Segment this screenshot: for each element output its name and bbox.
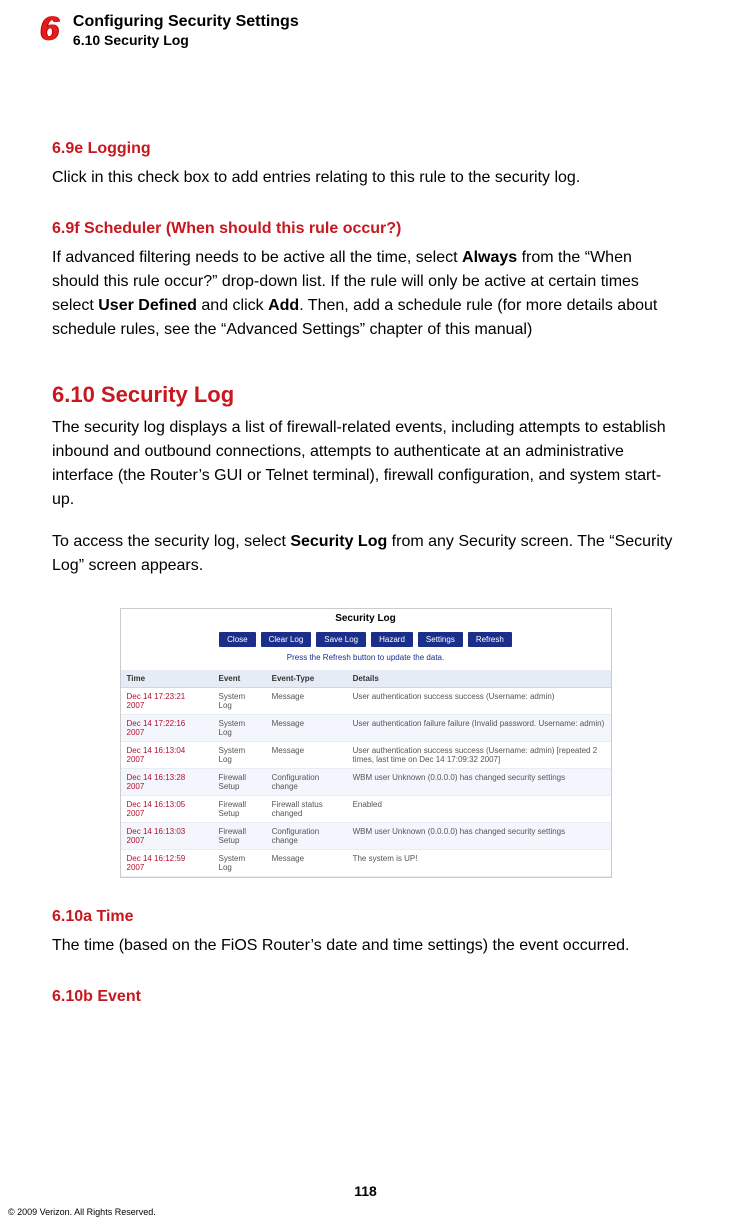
section-heading-610b: 6.10b Event	[52, 988, 679, 1006]
fig-button-row: Close Clear Log Save Log Hazard Settings…	[121, 628, 611, 651]
fig-col-details: Details	[347, 670, 611, 688]
cell-event: System Log	[213, 687, 266, 714]
cell-event-type: Firewall status changed	[266, 795, 347, 822]
cell-details: User authentication failure failure (Inv…	[347, 714, 611, 741]
security-log-screenshot: Security Log Close Clear Log Save Log Ha…	[120, 608, 612, 878]
cell-event-type: Message	[266, 687, 347, 714]
cell-time: Dec 14 17:22:16 2007	[121, 714, 213, 741]
fig-savelog-button[interactable]: Save Log	[316, 632, 366, 647]
cell-time: Dec 14 16:13:03 2007	[121, 822, 213, 849]
fig-title: Security Log	[121, 609, 611, 628]
cell-details: User authentication success success (Use…	[347, 687, 611, 714]
section-heading-69e: 6.9e Logging	[52, 140, 679, 158]
cell-time: Dec 14 16:13:04 2007	[121, 741, 213, 768]
fig-col-event: Event	[213, 670, 266, 688]
chapter-subsection: 6.10 Security Log	[73, 32, 299, 50]
fig-settings-button[interactable]: Settings	[418, 632, 463, 647]
fig-hazard-button[interactable]: Hazard	[371, 632, 413, 647]
fig-col-time: Time	[121, 670, 213, 688]
chapter-number-glyph: 6	[40, 12, 59, 46]
fig-close-button[interactable]: Close	[219, 632, 255, 647]
fig-clearlog-button[interactable]: Clear Log	[261, 632, 312, 647]
fig-col-event-type: Event-Type	[266, 670, 347, 688]
table-row: Dec 14 16:12:59 2007System LogMessageThe…	[121, 849, 611, 876]
table-row: Dec 14 16:13:04 2007System LogMessageUse…	[121, 741, 611, 768]
section-text-69f: If advanced filtering needs to be active…	[52, 246, 679, 342]
section-heading-610a: 6.10a Time	[52, 908, 679, 926]
table-row: Dec 14 16:13:05 2007Firewall SetupFirewa…	[121, 795, 611, 822]
cell-time: Dec 14 17:23:21 2007	[121, 687, 213, 714]
page-number: 118	[0, 1183, 731, 1199]
chapter-header: 6 Configuring Security Settings 6.10 Sec…	[40, 12, 691, 50]
copyright: © 2009 Verizon. All Rights Reserved.	[8, 1207, 156, 1217]
cell-event-type: Message	[266, 741, 347, 768]
fig-table: Time Event Event-Type Details Dec 14 17:…	[121, 670, 611, 877]
cell-event-type: Configuration change	[266, 768, 347, 795]
table-row: Dec 14 16:13:28 2007Firewall SetupConfig…	[121, 768, 611, 795]
section-text-610a-body: The time (based on the FiOS Router’s dat…	[52, 934, 679, 958]
fig-hint: Press the Refresh button to update the d…	[121, 651, 611, 670]
cell-event: System Log	[213, 849, 266, 876]
cell-event: Firewall Setup	[213, 795, 266, 822]
cell-details: WBM user Unknown (0.0.0.0) has changed s…	[347, 822, 611, 849]
table-row: Dec 14 17:22:16 2007System LogMessageUse…	[121, 714, 611, 741]
section-text-610b: To access the security log, select Secur…	[52, 530, 679, 578]
cell-details: User authentication success success (Use…	[347, 741, 611, 768]
section-text-69e: Click in this check box to add entries r…	[52, 166, 679, 190]
table-row: Dec 14 16:13:03 2007Firewall SetupConfig…	[121, 822, 611, 849]
cell-event-type: Message	[266, 849, 347, 876]
cell-event: System Log	[213, 741, 266, 768]
cell-event: System Log	[213, 714, 266, 741]
cell-details: Enabled	[347, 795, 611, 822]
cell-event-type: Configuration change	[266, 822, 347, 849]
table-row: Dec 14 17:23:21 2007System LogMessageUse…	[121, 687, 611, 714]
cell-time: Dec 14 16:13:05 2007	[121, 795, 213, 822]
cell-event: Firewall Setup	[213, 822, 266, 849]
section-heading-69f: 6.9f Scheduler (When should this rule oc…	[52, 220, 679, 238]
cell-details: WBM user Unknown (0.0.0.0) has changed s…	[347, 768, 611, 795]
cell-event-type: Message	[266, 714, 347, 741]
cell-details: The system is UP!	[347, 849, 611, 876]
fig-refresh-button[interactable]: Refresh	[468, 632, 512, 647]
chapter-title: Configuring Security Settings	[73, 12, 299, 32]
cell-event: Firewall Setup	[213, 768, 266, 795]
cell-time: Dec 14 16:12:59 2007	[121, 849, 213, 876]
section-heading-610: 6.10 Security Log	[52, 382, 679, 408]
cell-time: Dec 14 16:13:28 2007	[121, 768, 213, 795]
section-text-610a: The security log displays a list of fire…	[52, 416, 679, 512]
